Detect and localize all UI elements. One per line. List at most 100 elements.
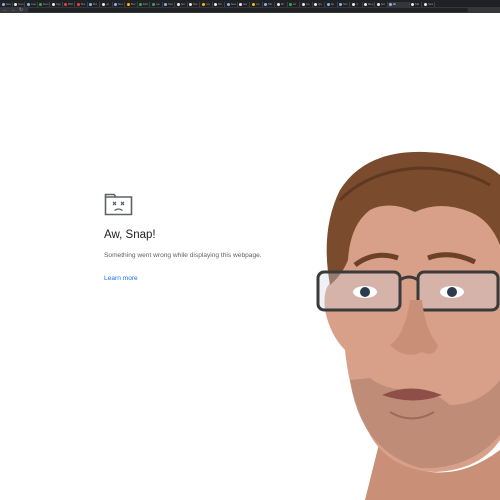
tab-label: Dic — [93, 2, 98, 6]
tab-favicon-icon — [364, 2, 367, 6]
back-icon[interactable]: ← — [2, 7, 8, 13]
tab-favicon-icon — [139, 2, 142, 6]
browser-tab[interactable]: Sp — [325, 1, 338, 7]
tab-label: lic — [355, 2, 359, 6]
browser-tab[interactable]: Tes — [188, 1, 200, 7]
tab-label: RNI — [68, 2, 74, 6]
forward-icon[interactable]: → — [10, 7, 16, 13]
browser-tab[interactable]: RNI — [63, 1, 75, 7]
tab-label: Sea — [5, 2, 11, 6]
browser-tab[interactable]: Goo — [25, 1, 38, 7]
browser-tab[interactable]: Go — [300, 1, 313, 7]
browser-tab[interactable]: tes — [238, 1, 250, 7]
browser-tab[interactable]: Buc — [125, 1, 138, 7]
tab-favicon-icon — [411, 2, 414, 6]
tab-label: Sp — [330, 2, 335, 6]
tab-favicon-icon — [289, 2, 292, 6]
browser-tab[interactable]: Nea — [422, 1, 435, 7]
browser-tab[interactable]: Bra — [75, 1, 88, 7]
tab-label: Tes — [193, 2, 198, 6]
sad-man-photo — [316, 151, 500, 500]
tab-label: Ryp — [55, 2, 61, 6]
tab-favicon-icon — [76, 2, 80, 6]
browser-tab[interactable]: Goo — [38, 1, 50, 7]
tab-label: Sea — [230, 2, 236, 6]
tab-label: Sto — [343, 2, 348, 6]
tab-favicon-icon — [151, 2, 155, 6]
tab-favicon-icon — [26, 2, 30, 6]
browser-tab[interactable]: Ryp — [50, 1, 63, 7]
tab-label: Buc — [130, 2, 136, 6]
browser-tab[interactable]: Sh — [275, 1, 288, 7]
tab-favicon-icon — [114, 2, 117, 6]
tab-favicon-icon — [351, 2, 355, 6]
tab-label: Qu — [318, 2, 323, 6]
browser-tab[interactable]: Lit — [288, 1, 300, 7]
tab-favicon-icon — [251, 2, 255, 6]
tab-favicon-icon — [51, 2, 55, 6]
tab-favicon-icon — [14, 2, 17, 6]
browser-tab[interactable]: Ebc — [138, 1, 150, 7]
tab-label: Goo — [18, 2, 24, 6]
tab-favicon-icon — [339, 2, 342, 6]
tab-favicon-icon — [101, 2, 105, 6]
tab-favicon-icon — [264, 2, 267, 6]
browser-tab[interactable]: Fre — [200, 1, 213, 7]
tab-label: Goo — [30, 2, 37, 6]
tab-label: Sim — [168, 2, 174, 6]
browser-tab[interactable]: Ga — [150, 1, 163, 7]
tab-favicon-icon — [1, 2, 5, 6]
tab-label: Hi — [393, 2, 396, 6]
tab-label: Sel — [380, 2, 385, 6]
browser-tab[interactable]: Mil — [263, 1, 275, 7]
tab-label: Rep — [368, 2, 374, 6]
tab-label: Mil — [268, 2, 272, 6]
learn-more-link[interactable]: Learn more — [104, 275, 138, 282]
tab-favicon-icon — [389, 2, 392, 6]
browser-tab[interactable]: Gh — [213, 1, 225, 7]
browser-tab[interactable]: Hi — [387, 1, 410, 7]
tab-label: Gh — [218, 2, 223, 6]
tab-strip: Sea Goo Goo Goo Ryp RNI Bra Dic Ho Net Buc Ebc Ga Sim… — [0, 0, 500, 7]
browser-tab[interactable]: Ho — [100, 1, 113, 7]
tab-favicon-icon — [301, 2, 305, 6]
reload-icon[interactable]: ↻ — [18, 7, 24, 13]
browser-tab[interactable]: Spi — [175, 1, 188, 7]
browser-tab[interactable]: Dic — [88, 1, 100, 7]
browser-tab[interactable]: Sel — [375, 1, 388, 7]
browser-tab[interactable]: Qu — [313, 1, 325, 7]
tab-label: Sh — [280, 2, 285, 6]
tab-favicon-icon — [314, 2, 317, 6]
tab-favicon-icon — [64, 2, 67, 6]
address-bar[interactable] — [28, 8, 468, 12]
browser-tab[interactable]: Go — [250, 1, 263, 7]
error-title: Aw, Snap! — [104, 229, 156, 241]
tab-favicon-icon — [126, 2, 130, 6]
tab-label: Ho — [105, 2, 110, 6]
tab-label: Lit — [293, 2, 297, 6]
tab-label: Net — [118, 2, 123, 6]
sad-tab-icon — [104, 193, 133, 216]
tab-label: Ma — [415, 2, 420, 6]
tab-label: Spi — [180, 2, 185, 6]
tab-favicon-icon — [176, 2, 180, 6]
tab-favicon-icon — [239, 2, 242, 6]
tab-favicon-icon — [89, 2, 92, 6]
browser-tab[interactable]: Rep — [363, 1, 375, 7]
browser-tab[interactable]: lic — [350, 1, 363, 7]
tab-favicon-icon — [201, 2, 205, 6]
browser-tab[interactable]: Sim — [163, 1, 175, 7]
browser-window: Sea Goo Goo Goo Ryp RNI Bra Dic Ho Net Buc Ebc Ga Sim… — [0, 0, 500, 500]
tab-favicon-icon — [214, 2, 217, 6]
tab-favicon-icon — [276, 2, 280, 6]
browser-tab[interactable]: Net — [113, 1, 125, 7]
tab-label: Goo — [43, 2, 49, 6]
tab-label: tes — [243, 2, 248, 6]
browser-tab[interactable]: Sto — [338, 1, 350, 7]
browser-tab[interactable]: Goo — [13, 1, 25, 7]
browser-tab[interactable]: Ma — [410, 1, 422, 7]
tab-favicon-icon — [423, 2, 427, 6]
tab-label: Nea — [427, 2, 434, 6]
browser-tab[interactable]: Sea — [0, 1, 13, 7]
browser-tab[interactable]: Sea — [225, 1, 238, 7]
